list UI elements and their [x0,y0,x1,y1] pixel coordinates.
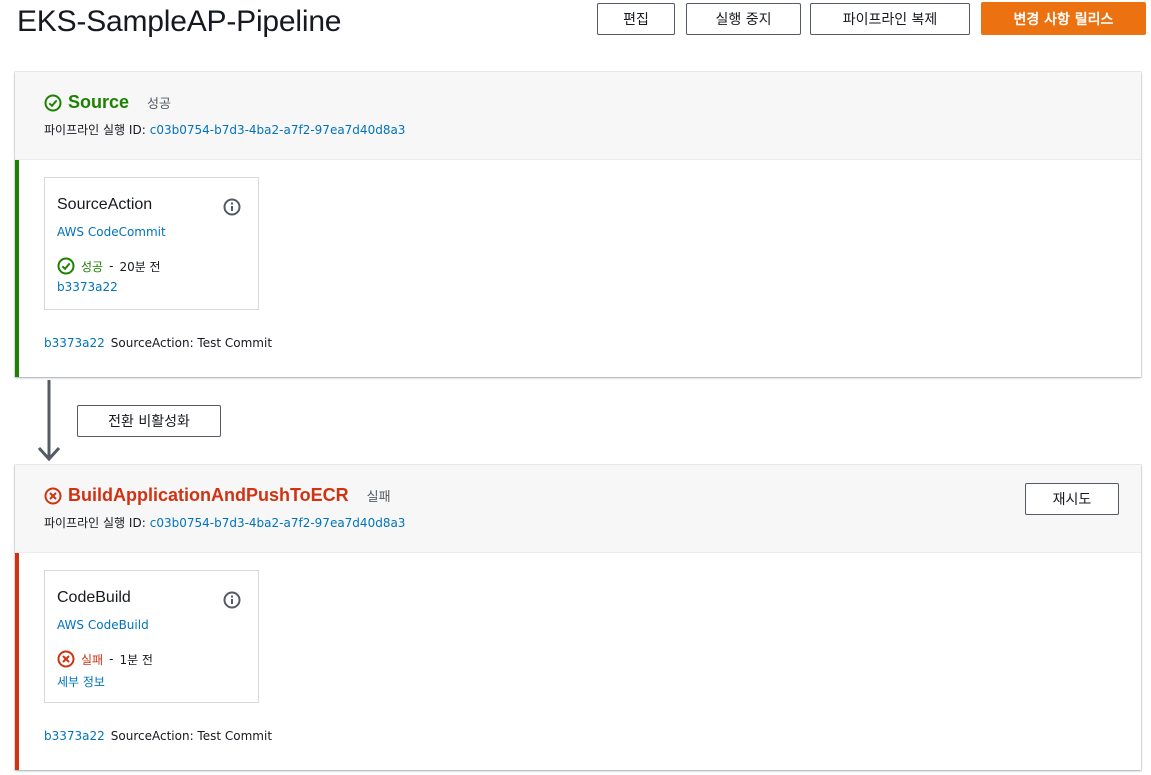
execution-id-line: 파이프라인 실행 ID: c03b0754-b7d3-4ba2-a7f2-97ea… [44,121,405,138]
commit-info: b3373a22 SourceAction: Test Commit [44,729,272,743]
x-circle-icon [44,487,62,504]
check-circle-icon [57,257,75,275]
commit-message: SourceAction: Test Commit [110,729,273,743]
retry-button[interactable]: 재시도 [1025,483,1119,515]
action-time: 1분 전 [119,652,153,667]
stage-name[interactable]: Source [68,92,129,113]
disable-transition-button[interactable]: 전환 비활성화 [77,405,221,437]
separator: - [109,652,114,666]
stage-build: BuildApplicationAndPushToECR 실패 파이프라인 실행… [15,465,1141,770]
action-status: 성공 - 20분 전 [57,257,161,275]
release-change-button[interactable]: 변경 사항 릴리스 [981,2,1146,35]
action-name: SourceAction [57,196,153,213]
clone-pipeline-button[interactable]: 파이프라인 복제 [810,3,970,35]
edit-button[interactable]: 편집 [597,3,675,35]
check-circle-icon [44,94,62,111]
x-circle-icon [57,650,75,668]
stage-title: BuildApplicationAndPushToECR 실패 [44,485,391,506]
action-status-text: 실패 [81,652,104,667]
commit-id-link[interactable]: b3373a22 [44,336,105,350]
execution-id-label: 파이프라인 실행 ID: [44,516,146,530]
action-commit-link[interactable]: b3373a22 [57,280,118,294]
stage-source: Source 성공 파이프라인 실행 ID: c03b0754-b7d3-4ba2… [15,72,1141,377]
stage-name[interactable]: BuildApplicationAndPushToECR [68,485,349,506]
action-status-text: 성공 [81,259,104,274]
info-icon[interactable] [223,198,241,216]
transition-arrow-icon [37,380,61,462]
stage-header: BuildApplicationAndPushToECR 실패 파이프라인 실행… [15,465,1141,553]
commit-info: b3373a22 SourceAction: Test Commit [44,336,272,350]
action-name: CodeBuild [57,589,131,606]
stage-status: 성공 [147,97,171,112]
stop-execution-button[interactable]: 실행 중지 [686,3,801,35]
action-time: 20분 전 [119,259,161,274]
action-card: CodeBuild AWS CodeBuild 실패 - 1분 전 세부 정보 [44,570,259,703]
commit-message: SourceAction: Test Commit [110,336,273,350]
commit-id-link[interactable]: b3373a22 [44,729,105,743]
action-provider-link[interactable]: AWS CodeCommit [57,225,166,239]
stage-status: 실패 [366,490,391,505]
execution-id-line: 파이프라인 실행 ID: c03b0754-b7d3-4ba2-a7f2-97ea… [44,514,405,531]
page-title: EKS-SampleAP-Pipeline [17,5,342,38]
stage-header: Source 성공 파이프라인 실행 ID: c03b0754-b7d3-4ba2… [15,72,1141,160]
action-status: 실패 - 1분 전 [57,650,153,668]
execution-id-link[interactable]: c03b0754-b7d3-4ba2-a7f2-97ea7d40d8a3 [150,123,406,137]
action-card: SourceAction AWS CodeCommit 성공 - 20분 전 b… [44,177,259,310]
separator: - [109,259,114,273]
action-details-link[interactable]: 세부 정보 [57,673,105,690]
execution-id-label: 파이프라인 실행 ID: [44,123,146,137]
action-provider-link[interactable]: AWS CodeBuild [57,618,149,632]
stage-title: Source 성공 [44,92,171,113]
info-icon[interactable] [223,591,241,609]
execution-id-link[interactable]: c03b0754-b7d3-4ba2-a7f2-97ea7d40d8a3 [150,516,406,530]
